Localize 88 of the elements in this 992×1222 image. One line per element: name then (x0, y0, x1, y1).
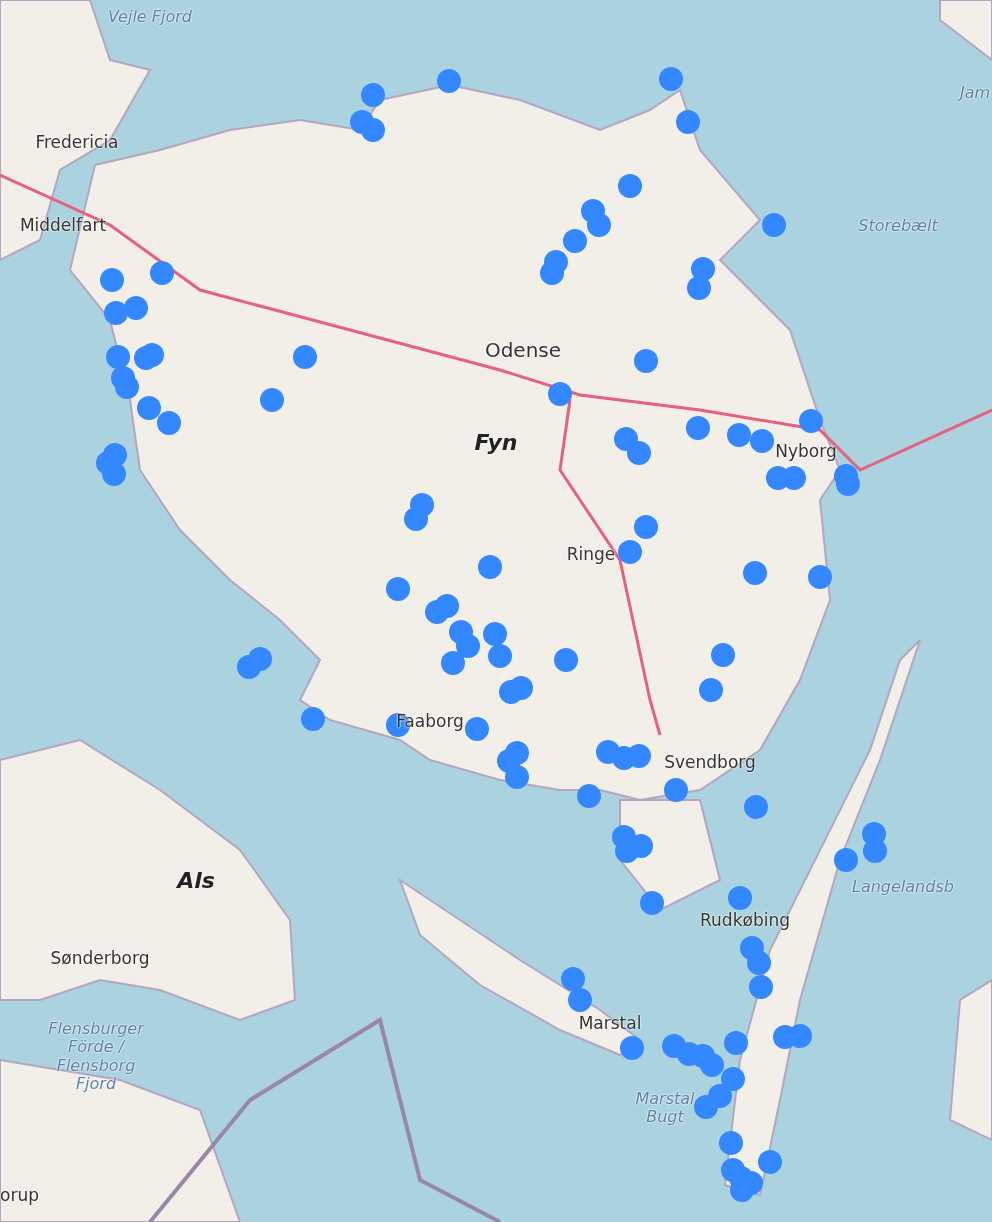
map-marker[interactable] (664, 778, 688, 802)
map-marker[interactable] (686, 416, 710, 440)
map-marker[interactable] (618, 540, 642, 564)
map-marker[interactable] (488, 644, 512, 668)
map-marker[interactable] (554, 648, 578, 672)
map-marker[interactable] (687, 276, 711, 300)
map-marker[interactable] (505, 765, 529, 789)
map-marker[interactable] (620, 1036, 644, 1060)
map-marker[interactable] (140, 343, 164, 367)
map-marker[interactable] (634, 515, 658, 539)
map-marker[interactable] (404, 507, 428, 531)
map-marker[interactable] (758, 1150, 782, 1174)
map-marker[interactable] (115, 375, 139, 399)
map-marker[interactable] (301, 707, 325, 731)
map-marker[interactable] (728, 886, 752, 910)
place-label: Nyborg (775, 442, 837, 462)
map-marker[interactable] (762, 213, 786, 237)
map-marker[interactable] (788, 1024, 812, 1048)
map-marker[interactable] (100, 268, 124, 292)
map-marker[interactable] (634, 349, 658, 373)
map-marker[interactable] (676, 110, 700, 134)
map-marker[interactable] (699, 678, 723, 702)
map-marker[interactable] (124, 296, 148, 320)
map-marker[interactable] (694, 1095, 718, 1119)
map-marker[interactable] (137, 396, 161, 420)
place-label: Ringe (566, 545, 616, 565)
map-marker[interactable] (618, 174, 642, 198)
map-marker[interactable] (627, 744, 651, 768)
map-marker[interactable] (456, 634, 480, 658)
map-marker[interactable] (727, 423, 751, 447)
map-marker[interactable] (157, 411, 181, 435)
water-label: Flensburger Förde / Flensborg Fjord (47, 1020, 146, 1094)
map-marker[interactable] (293, 345, 317, 369)
map-marker[interactable] (568, 988, 592, 1012)
map-marker[interactable] (435, 594, 459, 618)
map-marker[interactable] (465, 717, 489, 741)
map-marker[interactable] (744, 795, 768, 819)
map-marker[interactable] (808, 565, 832, 589)
map-marker[interactable] (799, 409, 823, 433)
map-marker[interactable] (719, 1131, 743, 1155)
place-label: Fyn (474, 430, 518, 456)
map-marker[interactable] (386, 577, 410, 601)
map-marker[interactable] (691, 257, 715, 281)
map-marker[interactable] (700, 1053, 724, 1077)
water-label: Marstal Bugt (634, 1089, 696, 1127)
map-marker[interactable] (478, 555, 502, 579)
map-marker[interactable] (747, 951, 771, 975)
map-marker[interactable] (106, 345, 130, 369)
place-label: Rudkøbing (700, 911, 790, 931)
water-label: Langelandsb (852, 877, 954, 897)
map-marker[interactable] (150, 261, 174, 285)
map-marker[interactable] (743, 561, 767, 585)
map-marker[interactable] (509, 676, 533, 700)
map-marker[interactable] (441, 651, 465, 675)
map-marker[interactable] (659, 67, 683, 91)
map-marker[interactable] (248, 647, 272, 671)
map-marker[interactable] (561, 967, 585, 991)
map-marker[interactable] (104, 301, 128, 325)
map-marker[interactable] (724, 1031, 748, 1055)
map-marker[interactable] (863, 839, 887, 863)
map-marker[interactable] (627, 441, 651, 465)
map-marker[interactable] (711, 643, 735, 667)
map-marker[interactable] (750, 429, 774, 453)
map-marker[interactable] (721, 1067, 745, 1091)
map-marker[interactable] (749, 975, 773, 999)
place-label: Fredericia (35, 133, 119, 153)
map-marker[interactable] (483, 622, 507, 646)
map-marker[interactable] (260, 388, 284, 412)
place-label: Middelfart (19, 216, 107, 236)
map-marker[interactable] (361, 118, 385, 142)
place-label: Marstal (578, 1014, 642, 1034)
map-marker[interactable] (540, 261, 564, 285)
place-label: Als (177, 868, 215, 894)
place-label: Odense (484, 338, 562, 362)
place-label: orup (0, 1186, 39, 1206)
map-marker[interactable] (563, 229, 587, 253)
map-marker[interactable] (548, 382, 572, 406)
place-label: Svendborg (664, 753, 756, 773)
water-label: Storebælt (858, 216, 938, 236)
map-marker[interactable] (834, 848, 858, 872)
place-label: Sønderborg (50, 949, 150, 969)
map-marker[interactable] (361, 83, 385, 107)
water-label: Vejle Fjord (108, 7, 192, 27)
map-marker[interactable] (587, 213, 611, 237)
map-marker[interactable] (577, 784, 601, 808)
map-marker[interactable] (640, 891, 664, 915)
map-marker[interactable] (437, 69, 461, 93)
map-marker[interactable] (102, 462, 126, 486)
